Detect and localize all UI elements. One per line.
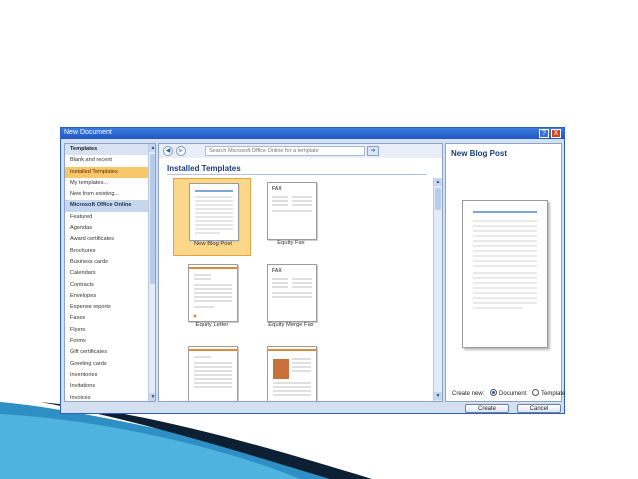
category-item-gift-certificates[interactable]: Gift certificates (65, 347, 149, 358)
template-tile-equity-letter[interactable]: Equity Letter (173, 260, 251, 338)
category-item-business-cards[interactable]: Business cards (65, 257, 149, 268)
create-new-label: Create new: (452, 391, 485, 398)
category-item-contracts[interactable]: Contracts (65, 280, 149, 291)
close-icon[interactable]: X (551, 129, 561, 138)
dialog-title-bar: New Document ? X (61, 128, 564, 139)
template-label: New Blog Post (193, 241, 233, 247)
equity-merge-fax-thumbnail: FAX (267, 264, 317, 322)
template-thumbnail (188, 346, 238, 401)
category-item-microsoft-office-online[interactable]: Microsoft Office Online (65, 200, 149, 212)
template-gallery-pane: ◀ ▶ ➔ Installed Templates (158, 143, 443, 402)
category-item-flyers[interactable]: Flyers (65, 325, 149, 336)
category-item-envelopes[interactable]: Envelopes (65, 291, 149, 302)
category-item-forms[interactable]: Forms (65, 336, 149, 347)
category-item-faxes[interactable]: Faxes (65, 313, 149, 324)
document-radio[interactable] (490, 389, 498, 396)
scroll-thumb[interactable] (150, 154, 155, 284)
template-tile-6[interactable] (252, 342, 330, 401)
scroll-down-icon[interactable]: ▼ (434, 392, 442, 400)
template-preview (462, 200, 548, 348)
category-item-expense-reports[interactable]: Expense reports (65, 302, 149, 313)
new-document-dialog: New Document ? X Templates Blank and rece… (60, 127, 565, 414)
template-category-list: Templates Blank and recent Installed Templ… (65, 144, 149, 401)
template-tile-5[interactable] (173, 342, 251, 401)
gallery-section-title: Installed Templates (167, 164, 241, 173)
scroll-down-icon[interactable]: ▼ (149, 393, 155, 401)
help-icon[interactable]: ? (539, 129, 549, 138)
blog-post-thumbnail (189, 183, 239, 241)
section-divider (167, 174, 427, 175)
template-tile-equity-merge-fax[interactable]: FAX Equity Merge Fax (252, 260, 330, 338)
document-option-label[interactable]: Document (499, 391, 526, 397)
template-category-pane: Templates Blank and recent Installed Templ… (64, 143, 156, 402)
category-item-award-certificates[interactable]: Award certificates (65, 234, 149, 245)
scroll-up-icon[interactable]: ▲ (434, 178, 442, 186)
template-radio[interactable] (532, 389, 540, 396)
scroll-up-icon[interactable]: ▲ (149, 144, 155, 152)
forward-icon[interactable]: ▶ (176, 146, 186, 156)
category-item-templates: Templates (65, 144, 149, 156)
scroll-thumb[interactable] (435, 188, 441, 210)
blog-post-thumbnail-lines (195, 190, 233, 234)
template-label: Equity Letter (195, 322, 229, 328)
equity-fax-thumbnail: FAX (267, 182, 317, 240)
template-tile-equity-fax[interactable]: FAX Equity Fax (252, 178, 330, 256)
category-scrollbar[interactable]: ▲ ▼ (148, 144, 155, 401)
preview-title: New Blog Post (451, 149, 508, 158)
category-item-greeting-cards[interactable]: Greeting cards (65, 359, 149, 370)
category-item-new-from-existing[interactable]: New from existing... (65, 189, 149, 200)
gallery-scrollbar[interactable]: ▲ ▼ (433, 178, 442, 401)
template-thumbnail-lines (268, 349, 316, 396)
fax-heading: FAX (272, 186, 282, 192)
search-go-icon[interactable]: ➔ (367, 146, 379, 156)
category-item-brochures[interactable]: Brochures (65, 246, 149, 257)
category-item-featured[interactable]: Featured (65, 212, 149, 223)
gallery-nav-bar: ◀ ▶ ➔ (159, 144, 442, 158)
category-item-inventories[interactable]: Inventories (65, 370, 149, 381)
category-item-my-templates[interactable]: My templates... (65, 178, 149, 189)
template-label: Equity Fax (277, 240, 305, 246)
template-search-input[interactable] (205, 146, 365, 156)
preview-pane: New Blog Post Create new: Document Templ… (445, 143, 565, 402)
back-icon[interactable]: ◀ (163, 146, 173, 156)
fax-heading: FAX (272, 268, 282, 274)
template-thumbnail-lines (189, 349, 237, 388)
category-item-invitations[interactable]: Invitations (65, 381, 149, 392)
create-new-row: Create new: Document Template (452, 389, 565, 398)
category-item-blank-and-recent[interactable]: Blank and recent (65, 155, 149, 166)
category-item-installed-templates[interactable]: Installed Templates (65, 166, 149, 178)
category-item-calendars[interactable]: Calendars (65, 268, 149, 279)
category-item-invoices[interactable]: Invoices (65, 393, 149, 401)
template-thumbnail (267, 346, 317, 401)
template-label: Equity Merge Fax (268, 322, 314, 328)
template-preview-lines (473, 211, 537, 309)
equity-letter-thumbnail-lines (189, 267, 237, 318)
dialog-title: New Document (64, 129, 112, 136)
template-tile-new-blog-post[interactable]: New Blog Post (173, 178, 251, 256)
cancel-button[interactable]: Cancel (517, 404, 561, 413)
create-button[interactable]: Create (465, 404, 509, 413)
template-option-label[interactable]: Template (541, 391, 565, 397)
equity-letter-thumbnail (188, 264, 238, 322)
category-item-agendas[interactable]: Agendas (65, 223, 149, 234)
